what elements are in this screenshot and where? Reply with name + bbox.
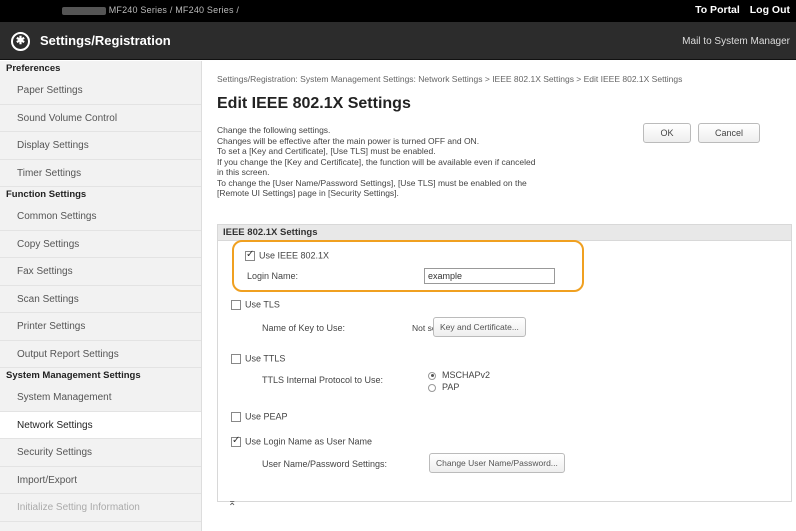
section-heading: IEEE 802.1X Settings <box>218 225 791 241</box>
key-and-certificate-button[interactable]: Key and Certificate... <box>433 317 526 337</box>
breadcrumb: Settings/Registration: System Management… <box>217 74 683 84</box>
sidebar-item-printer-settings[interactable]: Printer Settings <box>0 313 201 341</box>
description: Change the following settings. Changes w… <box>217 125 647 199</box>
ttls-option-pap: PAP <box>428 382 459 392</box>
sidebar-item-security-settings[interactable]: Security Settings <box>0 439 201 467</box>
sidebar-heading-preferences: Preferences <box>6 63 61 74</box>
user-pw-settings-label: User Name/Password Settings: <box>262 459 388 469</box>
use-ttls-label: Use TTLS <box>245 353 286 364</box>
pap-radio[interactable] <box>428 383 436 392</box>
sidebar-item-display-settings[interactable]: Display Settings <box>0 132 201 160</box>
description-line: in this screen. <box>217 167 270 177</box>
description-line: Change the following settings. <box>217 125 331 135</box>
use-tls-label: Use TLS <box>245 299 280 310</box>
device-path: MF240 Series / MF240 Series / <box>62 5 239 15</box>
device-path-blurred <box>62 6 106 15</box>
sidebar-item-network-settings[interactable]: Network Settings <box>0 411 201 439</box>
sidebar-item-common-settings[interactable]: Common Settings <box>0 203 201 231</box>
use-ttls-row: Use TTLS <box>231 353 285 364</box>
cancel-button[interactable]: Cancel <box>698 123 760 143</box>
description-line: Changes will be effective after the main… <box>217 135 480 146</box>
sidebar-heading-function-settings: Function Settings <box>6 189 87 200</box>
use-tls-checkbox[interactable] <box>231 299 241 310</box>
back-to-top-icon[interactable]: ⌅ <box>228 497 236 508</box>
sidebar-item-copy-settings[interactable]: Copy Settings <box>0 231 201 258</box>
mschapv2-radio[interactable] <box>428 371 436 380</box>
use-ttls-checkbox[interactable] <box>231 353 241 364</box>
top-links: To Portal Log Out <box>688 4 790 16</box>
ttls-protocol-label: TTLS Internal Protocol to Use: <box>262 375 384 385</box>
change-user-password-button[interactable]: Change User Name/Password... <box>429 453 565 473</box>
description-line: [Remote UI Settings] page in [Security S… <box>217 188 399 198</box>
sidebar-heading-system-management-settings: System Management Settings <box>6 370 141 381</box>
sidebar-item-sound-volume-control[interactable]: Sound Volume Control <box>0 105 201 132</box>
sidebar-item-timer-settings[interactable]: Timer Settings <box>0 160 201 187</box>
sidebar-item-fax-settings[interactable]: Fax Settings <box>0 258 201 286</box>
description-line: If you change the [Key and Certificate],… <box>217 156 536 167</box>
use-peap-label: Use PEAP <box>245 411 288 422</box>
pap-label: PAP <box>442 382 460 392</box>
sidebar-item-output-report-settings[interactable]: Output Report Settings <box>0 341 201 368</box>
key-name-label: Name of Key to Use: <box>262 323 346 333</box>
use-login-as-user-label: Use Login Name as User Name <box>245 436 373 447</box>
use-peap-row: Use PEAP <box>231 411 288 422</box>
sidebar-item-import-export[interactable]: Import/Export <box>0 467 201 494</box>
app-header: ✱ Settings/Registration Mail to System M… <box>0 22 796 60</box>
mail-to-system-manager-link[interactable]: Mail to System Manager <box>682 36 790 47</box>
log-out-link[interactable]: Log Out <box>750 4 790 16</box>
use-login-as-user-row: Use Login Name as User Name <box>231 435 373 447</box>
ttls-option-mschapv2: MSCHAPv2 <box>428 370 490 380</box>
top-bar: MF240 Series / MF240 Series / To Portal … <box>0 0 796 22</box>
mschapv2-label: MSCHAPv2 <box>442 370 491 380</box>
description-line: To change the [User Name/Password Settin… <box>217 177 527 188</box>
description-line: To set a [Key and Certificate], [Use TLS… <box>217 146 436 156</box>
settings-icon: ✱ <box>11 32 30 51</box>
page-title: Edit IEEE 802.1X Settings <box>217 95 411 112</box>
app-title: Settings/Registration <box>40 33 171 48</box>
use-tls-row: Use TLS <box>231 299 280 310</box>
sidebar-item-scan-settings[interactable]: Scan Settings <box>0 286 201 313</box>
sidebar-item-system-management[interactable]: System Management <box>0 384 201 412</box>
use-login-as-user-checkbox[interactable] <box>231 435 241 447</box>
device-path-text: MF240 Series / MF240 Series / <box>108 5 240 15</box>
highlight-frame <box>232 240 584 292</box>
sidebar-item-paper-settings[interactable]: Paper Settings <box>0 77 201 105</box>
sidebar: Preferences Paper Settings Sound Volume … <box>0 61 202 531</box>
to-portal-link[interactable]: To Portal <box>695 4 740 16</box>
sidebar-item-initialize-setting-information[interactable]: Initialize Setting Information <box>0 494 201 522</box>
ok-button[interactable]: OK <box>643 123 691 143</box>
use-peap-checkbox[interactable] <box>231 411 241 422</box>
